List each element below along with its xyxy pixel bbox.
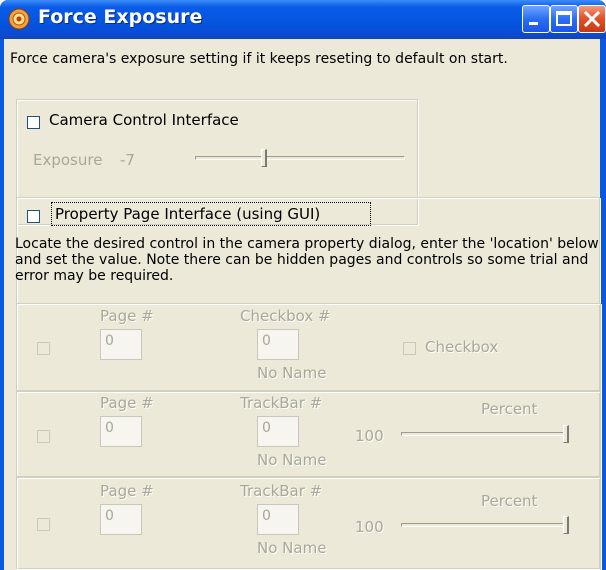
- row-1-value-checkbox[interactable]: [403, 342, 416, 355]
- minimize-button[interactable]: [522, 5, 550, 33]
- camera-control-checkbox[interactable]: [27, 116, 40, 129]
- row-3-page-label: Page #: [100, 482, 154, 500]
- exposure-value: -7: [120, 151, 135, 169]
- row-1-page-input[interactable]: 0: [100, 329, 142, 360]
- close-icon: [583, 10, 601, 28]
- row-1-frame: Page # 0 Checkbox # 0 No Name Checkbox: [17, 303, 601, 391]
- maximize-icon: [556, 11, 572, 26]
- force-exposure-window: Force Exposure Force camera's exposure s…: [0, 0, 606, 570]
- dialog-client-area: Force camera's exposure setting if it ke…: [4, 39, 601, 570]
- row-2-percent-label: Percent: [481, 400, 538, 418]
- row-3-control-label: TrackBar #: [240, 482, 323, 500]
- row-1-control-input[interactable]: 0: [257, 329, 299, 360]
- property-page-instructions: Locate the desired control in the camera…: [15, 236, 599, 284]
- row-1-name: No Name: [257, 364, 327, 382]
- property-page-checkbox[interactable]: [27, 210, 40, 223]
- row-2-control-label: TrackBar #: [240, 394, 323, 412]
- row-2-page-input[interactable]: 0: [100, 416, 142, 447]
- row-2-enable-checkbox[interactable]: [37, 430, 50, 443]
- exposure-slider-track[interactable]: [195, 156, 405, 160]
- close-button[interactable]: [578, 5, 606, 33]
- row-1-page-label: Page #: [100, 307, 154, 325]
- title-bar[interactable]: Force Exposure: [0, 0, 606, 39]
- row-2-percent-slider-track[interactable]: [401, 432, 567, 436]
- row-2-percent-value: 100: [355, 427, 384, 445]
- row-2-percent-slider-thumb[interactable]: [563, 425, 569, 443]
- exposure-slider-thumb[interactable]: [261, 149, 267, 167]
- camera-control-label: Camera Control Interface: [49, 111, 239, 129]
- row-1-enable-checkbox[interactable]: [37, 342, 50, 355]
- row-3-page-input[interactable]: 0: [100, 504, 142, 535]
- maximize-button[interactable]: [550, 5, 578, 33]
- row-3-name: No Name: [257, 539, 327, 557]
- window-title: Force Exposure: [38, 6, 203, 28]
- row-3-percent-slider-track[interactable]: [401, 523, 567, 527]
- row-2-frame: Page # 0 TrackBar # 0 No Name Percent 10…: [17, 391, 601, 477]
- description-text: Force camera's exposure setting if it ke…: [10, 51, 508, 67]
- property-page-group: Property Page Interface (using GUI) Loca…: [15, 197, 601, 570]
- exposure-label: Exposure: [33, 151, 103, 169]
- row-2-control-input[interactable]: 0: [257, 416, 299, 447]
- row-3-percent-slider-thumb[interactable]: [563, 516, 569, 534]
- row-1-value-checkbox-label: Checkbox: [425, 338, 499, 356]
- row-3-percent-value: 100: [355, 518, 384, 536]
- row-3-percent-label: Percent: [481, 492, 538, 510]
- row-1-control-label: Checkbox #: [240, 307, 331, 325]
- row-2-page-label: Page #: [100, 394, 154, 412]
- row-3-enable-checkbox[interactable]: [37, 518, 50, 531]
- row-2-name: No Name: [257, 451, 327, 469]
- row-3-control-input[interactable]: 0: [257, 504, 299, 535]
- app-icon: [8, 8, 30, 30]
- property-page-label: Property Page Interface (using GUI): [55, 205, 321, 223]
- minimize-icon: [529, 22, 538, 25]
- row-3-frame: Page # 0 TrackBar # 0 No Name Percent 10…: [17, 477, 601, 570]
